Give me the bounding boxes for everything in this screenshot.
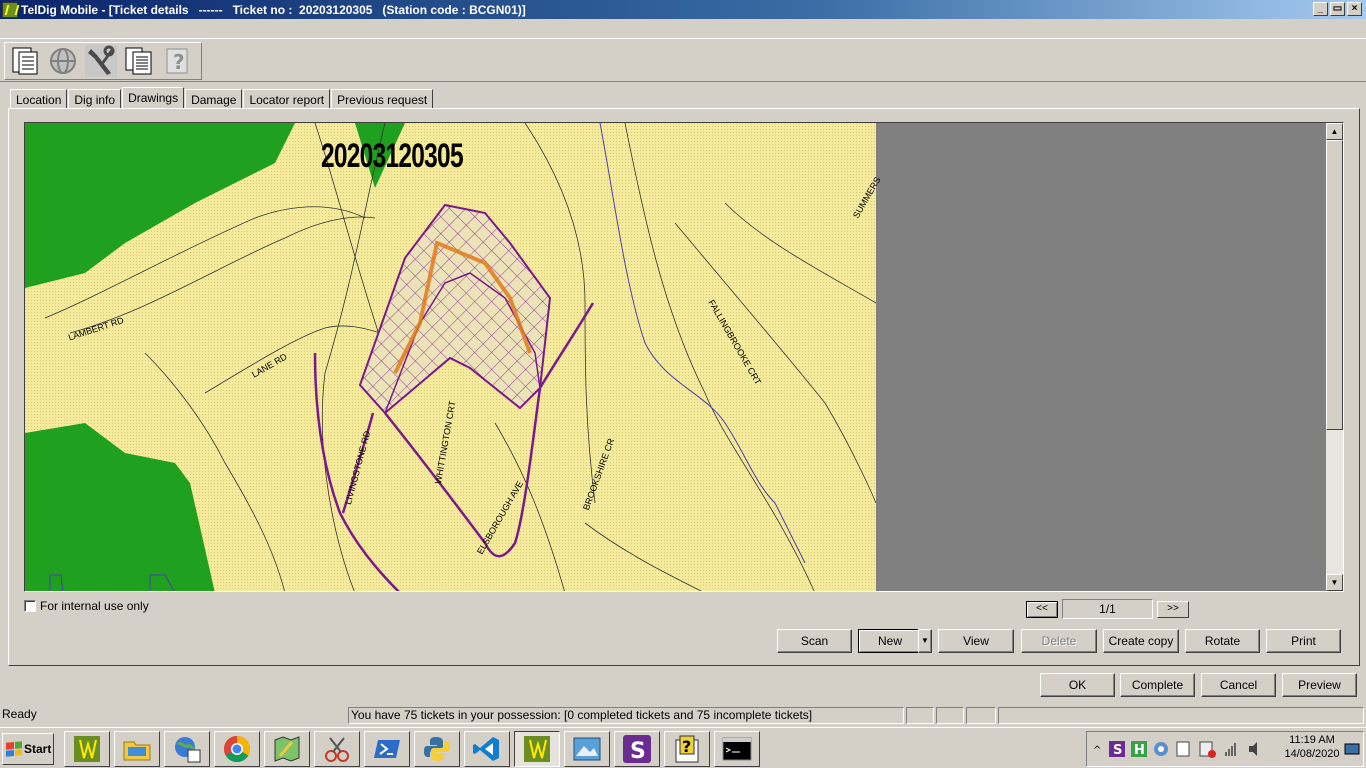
status-panel — [906, 707, 934, 724]
window-title: TelDig Mobile - [Ticket details ------ T… — [21, 2, 526, 17]
teldig-icon[interactable] — [64, 731, 110, 767]
python-icon[interactable] — [414, 731, 460, 767]
tab-locator-report[interactable]: Locator report — [243, 89, 331, 109]
tab-dig-info[interactable]: Dig info — [68, 89, 122, 109]
svg-text:?: ? — [682, 737, 691, 756]
powershell-icon[interactable] — [364, 731, 410, 767]
new-button[interactable]: New — [858, 629, 922, 653]
start-button[interactable]: Start — [2, 733, 54, 765]
title-bar: TelDig Mobile - [Ticket details ------ T… — [0, 0, 1366, 19]
toolbar-group: ? — [4, 42, 202, 80]
scan-button[interactable]: Scan — [777, 629, 852, 653]
status-bar: Ready You have 75 tickets in your posses… — [0, 706, 1366, 725]
svg-text:^: ^ — [1093, 745, 1101, 756]
status-panel — [936, 707, 964, 724]
command-prompt-icon[interactable] — [714, 731, 760, 767]
help-document-icon[interactable]: ? — [664, 731, 710, 767]
drawing-scrollbar[interactable]: ▲ ▼ — [1326, 123, 1343, 591]
window-controls: _ ▭ × — [1313, 2, 1362, 16]
image-viewer-icon[interactable] — [564, 731, 610, 767]
print-button[interactable]: Print — [1266, 629, 1341, 653]
cancel-button[interactable]: Cancel — [1201, 673, 1276, 697]
clock-date: 14/08/2020 — [1284, 748, 1340, 760]
view-button[interactable]: View — [938, 629, 1014, 653]
document-list-icon[interactable] — [9, 45, 41, 77]
scroll-down-arrow-icon[interactable]: ▼ — [1326, 574, 1343, 591]
chrome-icon[interactable] — [214, 731, 260, 767]
taskbar-clock[interactable]: 11:19 AM 14/08/2020 — [1276, 733, 1348, 761]
file-explorer-icon[interactable] — [114, 731, 160, 767]
page-indicator: 1/1 — [1062, 599, 1153, 619]
map-ticket-label: 20203120305 — [321, 137, 464, 175]
app-icon — [2, 1, 18, 18]
tools-icon[interactable] — [85, 45, 117, 77]
documents-icon[interactable] — [123, 45, 155, 77]
clock-time: 11:19 AM — [1289, 734, 1335, 746]
taskbar: Start S ? ^ S H — [0, 727, 1366, 768]
status-panel — [998, 707, 1364, 724]
rotate-button[interactable]: Rotate — [1185, 629, 1260, 653]
status-ready: Ready — [2, 707, 37, 721]
svg-text:S: S — [1113, 743, 1122, 758]
scroll-up-arrow-icon[interactable]: ▲ — [1326, 123, 1343, 140]
snipping-tool-icon[interactable] — [314, 731, 360, 767]
new-dropdown-arrow-icon[interactable]: ▼ — [918, 629, 932, 653]
scroll-thumb[interactable] — [1326, 140, 1343, 430]
windows-flag-icon — [6, 741, 22, 757]
globe-icon[interactable] — [47, 45, 79, 77]
drawing-viewer[interactable]: 20203120305 LAMBERT RD LANE RD LIVINGSTO… — [24, 122, 1344, 592]
network-globe-icon[interactable] — [164, 731, 210, 767]
teldig-active-icon[interactable] — [514, 731, 560, 767]
tab-strip: Location Dig info Drawings Damage Locato… — [10, 87, 434, 109]
status-panel — [966, 707, 996, 724]
s-app-icon[interactable]: S — [614, 731, 660, 767]
checkbox-box[interactable] — [24, 600, 36, 612]
tab-damage[interactable]: Damage — [185, 89, 243, 109]
ok-button[interactable]: OK — [1040, 673, 1115, 697]
minimize-button[interactable]: _ — [1313, 2, 1328, 16]
internal-use-checkbox[interactable]: For internal use only — [24, 599, 149, 613]
restore-button[interactable]: ▭ — [1330, 2, 1345, 16]
internal-use-label: For internal use only — [40, 599, 149, 613]
start-label: Start — [24, 742, 52, 756]
status-message: You have 75 tickets in your possession: … — [348, 707, 904, 724]
svg-text:?: ? — [173, 50, 185, 74]
svg-text:H: H — [1134, 743, 1145, 758]
tab-drawings[interactable]: Drawings — [122, 87, 185, 109]
previous-page-button[interactable]: << — [1026, 601, 1058, 618]
complete-button[interactable]: Complete — [1120, 673, 1195, 697]
preview-button[interactable]: Preview — [1282, 673, 1357, 697]
tab-location[interactable]: Location — [10, 89, 68, 109]
create-copy-button[interactable]: Create copy — [1103, 629, 1179, 653]
map-app-icon[interactable] — [264, 731, 310, 767]
tab-previous-request[interactable]: Previous request — [331, 89, 434, 109]
toolbar: ? — [0, 38, 1366, 82]
svg-text:S: S — [630, 739, 646, 764]
next-page-button[interactable]: >> — [1157, 601, 1189, 618]
help-icon[interactable]: ? — [161, 45, 193, 77]
vscode-icon[interactable] — [464, 731, 510, 767]
delete-button[interactable]: Delete — [1021, 629, 1097, 653]
close-button[interactable]: × — [1347, 2, 1362, 16]
